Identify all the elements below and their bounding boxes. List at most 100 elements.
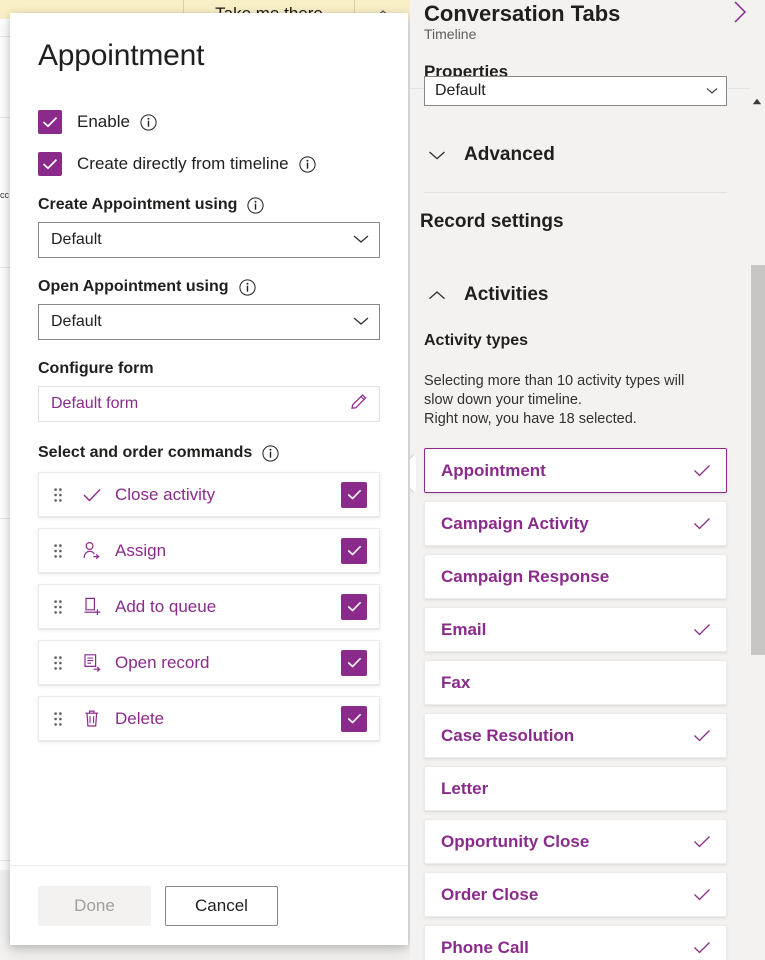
assign-person-icon bbox=[77, 541, 107, 560]
activity-item-email[interactable]: Email bbox=[424, 607, 727, 652]
enable-info-icon[interactable] bbox=[140, 114, 157, 131]
open-record-icon bbox=[77, 653, 107, 672]
configure-form-box[interactable]: Default form bbox=[38, 386, 380, 422]
activities-section-label: Activities bbox=[464, 284, 548, 306]
command-row-assign[interactable]: Assign bbox=[38, 528, 380, 573]
panel-scrollbar[interactable] bbox=[749, 93, 765, 793]
activity-item-order-close[interactable]: Order Close bbox=[424, 872, 727, 917]
activities-section-header[interactable]: Activities bbox=[424, 284, 548, 306]
drag-handle-icon[interactable] bbox=[39, 488, 77, 502]
activity-label: Campaign Activity bbox=[441, 514, 692, 534]
create-appointment-using-info-icon[interactable] bbox=[247, 197, 264, 214]
command-label: Close activity bbox=[115, 485, 341, 505]
done-button[interactable]: Done bbox=[38, 886, 151, 926]
command-checkbox[interactable] bbox=[341, 650, 367, 676]
activity-item-campaign-response[interactable]: Campaign Response bbox=[424, 554, 727, 599]
configure-form-field: Configure form Default form bbox=[38, 360, 380, 422]
checkmark-icon bbox=[692, 888, 712, 901]
chevron-down-icon bbox=[706, 82, 718, 100]
open-appointment-using-value: Default bbox=[51, 313, 353, 331]
activity-hint-line-2: slow down your timeline. bbox=[424, 391, 724, 410]
command-label: Open record bbox=[115, 653, 341, 673]
create-appointment-using-label-row: Create Appointment using bbox=[38, 196, 380, 214]
drag-handle-icon[interactable] bbox=[39, 544, 77, 558]
pencil-icon[interactable] bbox=[349, 392, 369, 417]
commands-header: Select and order commands bbox=[38, 444, 380, 462]
enable-checkbox[interactable] bbox=[38, 110, 62, 134]
cancel-button[interactable]: Cancel bbox=[165, 886, 278, 926]
configure-form-label: Configure form bbox=[38, 360, 380, 378]
command-checkbox[interactable] bbox=[341, 538, 367, 564]
chevron-up-icon bbox=[424, 290, 450, 301]
checkmark-icon bbox=[42, 116, 58, 128]
dialog-footer: Done Cancel bbox=[10, 865, 408, 945]
open-appointment-using-label: Open Appointment using bbox=[38, 278, 229, 296]
panel-title: Conversation Tabs bbox=[424, 1, 620, 27]
command-row-add-to-queue[interactable]: Add to queue bbox=[38, 584, 380, 629]
activity-label: Phone Call bbox=[441, 938, 692, 958]
scrolled-dropdown-value: Default bbox=[435, 82, 706, 100]
checkmark-icon bbox=[42, 158, 58, 170]
command-checkbox[interactable] bbox=[341, 594, 367, 620]
app-root: cc Take me there Appointment Enable bbox=[0, 0, 765, 960]
create-directly-checkbox-row[interactable]: Create directly from timeline bbox=[38, 152, 380, 176]
scrolled-dropdown[interactable]: Default bbox=[424, 76, 727, 106]
chevron-down-icon bbox=[353, 231, 369, 249]
command-label: Add to queue bbox=[115, 597, 341, 617]
create-appointment-using-value: Default bbox=[51, 231, 353, 249]
dialog-title: Appointment bbox=[38, 39, 380, 73]
create-directly-info-icon[interactable] bbox=[299, 156, 316, 173]
open-appointment-using-info-icon[interactable] bbox=[239, 279, 256, 296]
open-appointment-using-label-row: Open Appointment using bbox=[38, 278, 380, 296]
checkmark-icon bbox=[692, 464, 712, 477]
command-row-delete[interactable]: Delete bbox=[38, 696, 380, 741]
activity-item-phone-call[interactable]: Phone Call bbox=[424, 925, 727, 960]
activity-label: Email bbox=[441, 620, 692, 640]
activity-item-fax[interactable]: Fax bbox=[424, 660, 727, 705]
activity-label: Appointment bbox=[441, 461, 692, 481]
command-row-close-activity[interactable]: Close activity bbox=[38, 472, 380, 517]
panel-scroll-region[interactable]: Default Advanced Record settings bbox=[410, 88, 750, 960]
create-appointment-using-dropdown[interactable]: Default bbox=[38, 222, 380, 258]
activity-label: Opportunity Close bbox=[441, 832, 692, 852]
checkmark-icon bbox=[77, 487, 107, 503]
activity-label: Campaign Response bbox=[441, 567, 692, 587]
activity-item-opportunity-close[interactable]: Opportunity Close bbox=[424, 819, 727, 864]
activity-item-appointment[interactable]: Appointment bbox=[424, 448, 727, 493]
scroll-up-button[interactable] bbox=[749, 93, 765, 109]
checkmark-icon bbox=[692, 729, 712, 742]
checkmark-icon bbox=[692, 835, 712, 848]
chevron-down-icon bbox=[424, 150, 450, 161]
activity-item-case-resolution[interactable]: Case Resolution bbox=[424, 713, 727, 758]
advanced-section-header[interactable]: Advanced bbox=[424, 144, 555, 166]
activity-types-title: Activity types bbox=[424, 332, 528, 350]
activity-types-list: Appointment Campaign Activity Campaign R… bbox=[424, 448, 727, 960]
drag-handle-icon[interactable] bbox=[39, 712, 77, 726]
panel-subtitle: Timeline bbox=[424, 26, 476, 42]
scrollbar-thumb[interactable] bbox=[751, 265, 765, 655]
drag-handle-icon[interactable] bbox=[39, 600, 77, 614]
enable-checkbox-row[interactable]: Enable bbox=[38, 110, 380, 134]
command-checkbox[interactable] bbox=[341, 482, 367, 508]
activity-label: Fax bbox=[441, 673, 692, 693]
commands-info-icon[interactable] bbox=[262, 445, 279, 462]
create-directly-checkbox[interactable] bbox=[38, 152, 62, 176]
activity-label: Order Close bbox=[441, 885, 692, 905]
checkmark-icon bbox=[692, 941, 712, 954]
add-to-queue-icon bbox=[77, 597, 107, 616]
commands-header-label: Select and order commands bbox=[38, 444, 252, 462]
command-checkbox[interactable] bbox=[341, 706, 367, 732]
activity-hint-line-1: Selecting more than 10 activity types wi… bbox=[424, 372, 724, 391]
drag-handle-icon[interactable] bbox=[39, 656, 77, 670]
command-row-open-record[interactable]: Open record bbox=[38, 640, 380, 685]
command-label: Delete bbox=[115, 709, 341, 729]
activity-item-letter[interactable]: Letter bbox=[424, 766, 727, 811]
triangle-up-icon bbox=[752, 98, 762, 105]
open-appointment-using-dropdown[interactable]: Default bbox=[38, 304, 380, 340]
chevron-right-icon bbox=[731, 0, 749, 26]
open-appointment-using-field: Open Appointment using Default bbox=[38, 278, 380, 340]
activity-label: Case Resolution bbox=[441, 726, 692, 746]
activity-item-campaign-activity[interactable]: Campaign Activity bbox=[424, 501, 727, 546]
panel-expand-button[interactable] bbox=[727, 0, 753, 26]
properties-panel: Conversation Tabs Timeline Properties De… bbox=[410, 0, 765, 960]
